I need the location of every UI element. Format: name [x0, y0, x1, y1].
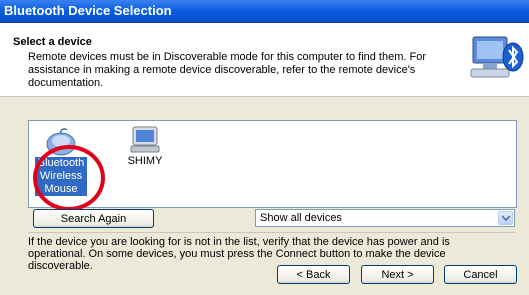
page-title: Select a device: [13, 36, 92, 48]
device-filter-value: Show all devices: [260, 212, 342, 224]
search-again-label: Search Again: [60, 213, 127, 225]
back-label-text: Back: [306, 269, 331, 281]
next-label-text: Next: [381, 269, 405, 281]
cancel-label: Cancel: [463, 269, 498, 281]
cancel-button[interactable]: Cancel: [444, 265, 517, 284]
title-bar[interactable]: Bluetooth Device Selection: [0, 0, 529, 23]
bluetooth-computer-icon: [470, 36, 524, 78]
search-again-button[interactable]: Search Again: [33, 209, 154, 228]
next-label: Next >: [381, 269, 414, 281]
info-text: If the device you are looking for is not…: [28, 236, 450, 272]
device-label: SHIMY: [127, 155, 163, 167]
back-button[interactable]: < Back: [277, 265, 350, 284]
next-button[interactable]: Next >: [361, 265, 434, 284]
chevron-down-icon[interactable]: [498, 211, 513, 225]
separator: [28, 232, 515, 233]
device-filter-select[interactable]: Show all devices: [255, 209, 515, 227]
device-item-bluetooth-mouse[interactable]: Bluetooth Wireless Mouse: [35, 127, 87, 196]
computer-icon: [130, 126, 160, 153]
device-label: Bluetooth Wireless Mouse: [35, 157, 87, 196]
back-label: < Back: [296, 269, 331, 281]
wizard-header: Select a device Remote devices must be i…: [0, 23, 529, 97]
window-title: Bluetooth Device Selection: [4, 3, 172, 18]
page-description: Remote devices must be in Discoverable m…: [28, 51, 427, 89]
mouse-icon: [46, 128, 76, 156]
device-list[interactable]: Bluetooth Wireless Mouse SHIMY: [28, 120, 517, 208]
device-item-shimy[interactable]: SHIMY: [125, 125, 165, 168]
